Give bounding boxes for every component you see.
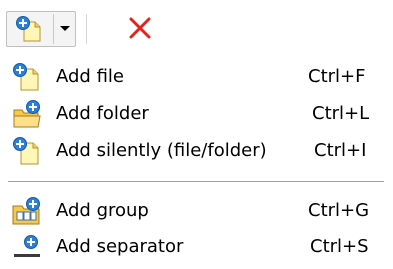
menu-item-add-separator[interactable]: Add separator Ctrl+S	[0, 228, 393, 264]
menu-separator	[8, 181, 384, 183]
menu-item-add-file[interactable]: Add file Ctrl+F	[0, 58, 393, 94]
delete-button[interactable]	[123, 14, 157, 44]
menu-item-shortcut: Ctrl+S	[310, 236, 369, 257]
menu-item-shortcut: Ctrl+G	[308, 200, 370, 221]
menu-item-shortcut: Ctrl+F	[308, 66, 366, 87]
menu-item-shortcut: Ctrl+I	[314, 140, 367, 161]
dropdown-arrow-button[interactable]	[54, 12, 76, 46]
toolbar-separator	[86, 14, 87, 44]
add-group-icon	[12, 197, 42, 225]
menu-item-label: Add group	[56, 200, 149, 221]
toolbar	[0, 0, 393, 54]
chevron-down-icon	[60, 26, 70, 31]
add-separator-icon	[12, 233, 42, 261]
menu-item-label: Add silently (file/folder)	[56, 140, 267, 161]
add-file-icon	[16, 16, 41, 42]
red-x-icon	[129, 17, 151, 39]
menu-item-label: Add file	[56, 66, 124, 87]
add-button[interactable]	[7, 12, 53, 46]
menu-item-add-folder[interactable]: Add folder Ctrl+L	[0, 95, 393, 131]
menu-item-add-group[interactable]: Add group Ctrl+G	[0, 192, 393, 228]
add-file-icon	[12, 63, 42, 91]
menu-item-label: Add folder	[56, 103, 149, 124]
add-split-button[interactable]	[6, 11, 76, 47]
menu-item-label: Add separator	[56, 236, 184, 257]
add-silently-icon	[12, 137, 42, 165]
menu-item-add-silently[interactable]: Add silently (file/folder) Ctrl+I	[0, 132, 393, 168]
add-folder-icon	[12, 100, 42, 128]
add-dropdown-menu: Add file Ctrl+F Add folder Ctrl+L Add si…	[0, 54, 393, 269]
menu-item-shortcut: Ctrl+L	[312, 103, 370, 124]
